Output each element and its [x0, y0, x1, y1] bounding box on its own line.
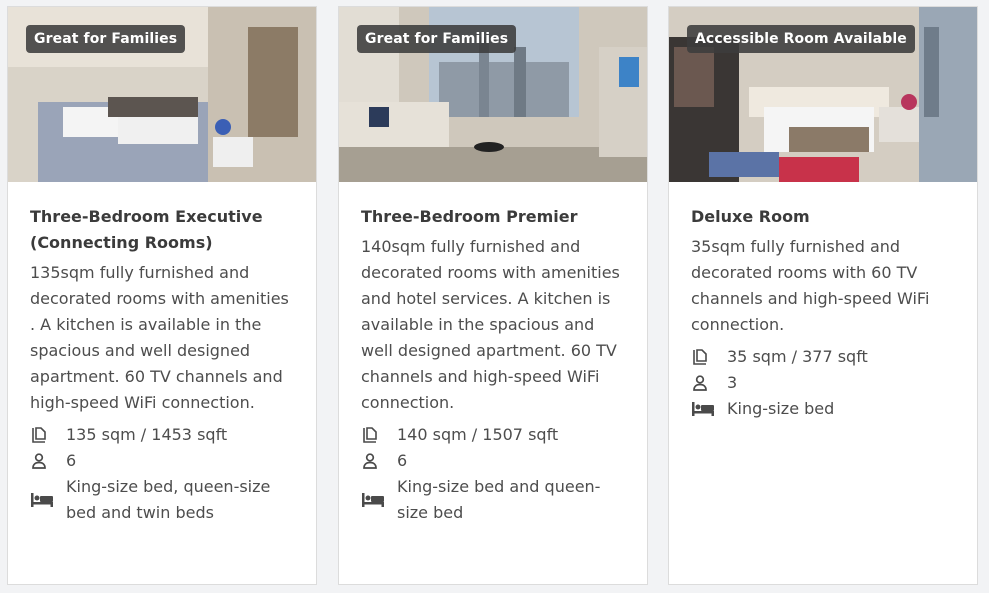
person-icon: [30, 448, 66, 474]
room-size: 135 sqm / 1453 sqft: [30, 422, 294, 448]
room-card[interactable]: Accessible Room Available Deluxe Room 35…: [668, 6, 978, 585]
room-guests: 6: [30, 448, 294, 474]
room-listing: Great for Families Three-Bedroom Executi…: [0, 0, 989, 593]
room-photo[interactable]: Great for Families: [339, 7, 647, 182]
room-description: 135sqm fully furnished and decorated roo…: [30, 263, 289, 412]
bed-icon: [691, 396, 727, 422]
room-size-text: 35 sqm / 377 sqft: [727, 347, 868, 366]
floor-area-icon: [361, 422, 397, 448]
room-badge: Accessible Room Available: [687, 25, 915, 53]
room-guests: 6: [361, 448, 625, 474]
floor-area-icon: [691, 344, 727, 370]
room-badge: Great for Families: [26, 25, 186, 53]
room-guests-text: 3: [727, 373, 738, 392]
person-icon: [361, 448, 397, 474]
room-beds: King-size bed: [691, 396, 955, 422]
room-beds-text: King-size bed and queen-size bed: [397, 477, 601, 522]
room-card[interactable]: Great for Families Three-Bedroom Executi…: [7, 6, 317, 585]
room-title[interactable]: Three-Bedroom Executive (Connecting Room…: [30, 204, 294, 256]
room-description: 35sqm fully furnished and decorated room…: [691, 237, 930, 334]
person-icon: [691, 370, 727, 396]
room-size: 35 sqm / 377 sqft: [691, 344, 955, 370]
room-beds: King-size bed and queen-size bed: [361, 474, 625, 526]
room-title[interactable]: Deluxe Room: [691, 204, 955, 230]
room-size-text: 140 sqm / 1507 sqft: [397, 425, 559, 444]
room-description: 140sqm fully furnished and decorated roo…: [361, 237, 620, 412]
room-guests-text: 6: [397, 451, 408, 470]
room-card[interactable]: Great for Families Three-Bedroom Premier…: [338, 6, 648, 585]
room-title[interactable]: Three-Bedroom Premier: [361, 204, 625, 230]
room-badge: Great for Families: [357, 25, 517, 53]
bed-icon: [361, 474, 397, 526]
floor-area-icon: [30, 422, 66, 448]
room-guests: 3: [691, 370, 955, 396]
room-size: 140 sqm / 1507 sqft: [361, 422, 625, 448]
room-guests-text: 6: [66, 451, 77, 470]
room-beds-text: King-size bed: [727, 399, 835, 418]
room-beds: King-size bed, queen-size bed and twin b…: [30, 474, 294, 526]
bed-icon: [30, 474, 66, 526]
room-beds-text: King-size bed, queen-size bed and twin b…: [66, 477, 271, 522]
room-size-text: 135 sqm / 1453 sqft: [66, 425, 228, 444]
room-photo[interactable]: Great for Families: [8, 7, 316, 182]
room-photo[interactable]: Accessible Room Available: [669, 7, 977, 182]
